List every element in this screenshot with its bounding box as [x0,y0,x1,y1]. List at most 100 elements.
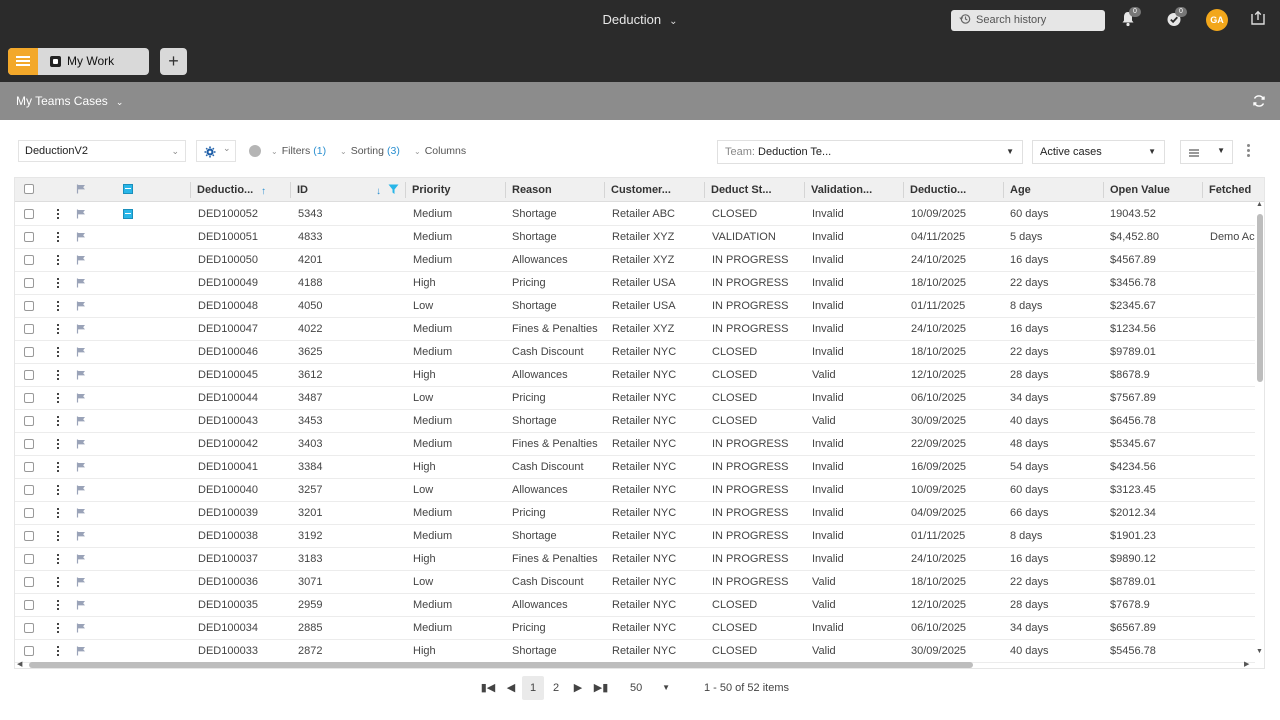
row-checkbox[interactable] [24,393,34,403]
scroll-right-icon[interactable]: ▶ [1244,660,1249,668]
next-page-button[interactable]: ▶ [571,676,585,700]
flag-icon[interactable] [76,347,86,357]
row-actions-icon[interactable] [57,255,60,267]
table-row[interactable]: DED100044 3487 Low Pricing Retailer NYC CLOSE… [15,387,1255,410]
row-checkbox[interactable] [24,324,34,334]
table-row[interactable]: DED100045 3612 High Allowances Retailer NYC C… [15,364,1255,387]
refresh-icon[interactable] [1252,94,1266,108]
density-select[interactable]: ▼ [1180,140,1233,164]
column-header-priority[interactable]: Priority [412,178,502,202]
scrollbar-thumb[interactable] [29,662,973,668]
scrollbar-thumb[interactable] [1257,214,1263,382]
row-actions-icon[interactable] [57,301,60,313]
column-header-deduct-status[interactable]: Deduct St... [711,178,801,202]
notes-icon[interactable] [123,209,133,219]
table-row[interactable]: DED100049 4188 High Pricing Retailer USA IN P… [15,272,1255,295]
horizontal-scrollbar[interactable]: ◀ ▶ [15,660,1255,668]
flag-icon[interactable] [76,232,86,242]
globe-icon[interactable] [249,145,261,157]
avatar[interactable]: GA [1206,9,1228,31]
table-row[interactable]: DED100037 3183 High Fines & Penalties Retail… [15,548,1255,571]
previous-page-button[interactable]: ◀ [504,676,518,700]
row-actions-icon[interactable] [57,209,60,221]
vertical-scrollbar[interactable]: ▲ ▼ [1256,201,1264,656]
flag-icon[interactable] [76,485,86,495]
table-row[interactable]: DED100041 3384 High Cash Discount Retailer N… [15,456,1255,479]
row-actions-icon[interactable] [57,393,60,405]
row-actions-icon[interactable] [57,462,60,474]
row-checkbox[interactable] [24,209,34,219]
team-select[interactable]: Team: Deduction Te... ▼ [717,140,1023,164]
row-actions-icon[interactable] [57,232,60,244]
column-header-validation[interactable]: Validation... [811,178,901,202]
row-actions-icon[interactable] [57,577,60,589]
flag-icon[interactable] [76,554,86,564]
flag-icon[interactable] [76,416,86,426]
flag-icon[interactable] [76,255,86,265]
scroll-left-icon[interactable]: ◀ [17,660,22,668]
sorting-button[interactable]: ⌄ Sorting (3) [340,145,400,157]
table-row[interactable]: DED100050 4201 Medium Allowances Retailer XY… [15,249,1255,272]
flag-icon[interactable] [76,278,86,288]
row-checkbox[interactable] [24,485,34,495]
flag-icon[interactable] [76,600,86,610]
row-actions-icon[interactable] [57,324,60,336]
table-row[interactable]: DED100051 4833 Medium Shortage Retailer XYZ V… [15,226,1255,249]
row-checkbox[interactable] [24,600,34,610]
row-checkbox[interactable] [24,508,34,518]
filter-icon[interactable] [388,184,399,195]
column-header-deduction[interactable]: Deductio... [197,178,257,202]
flag-icon[interactable] [76,439,86,449]
row-checkbox[interactable] [24,347,34,357]
column-header-id[interactable]: ID [297,178,327,202]
notifications-button[interactable]: 0 [1119,7,1141,30]
row-actions-icon[interactable] [57,278,60,290]
row-actions-icon[interactable] [57,600,60,612]
export-button[interactable] [1250,10,1270,30]
flag-icon[interactable] [76,646,86,656]
settings-button[interactable]: ⌄ [196,140,236,162]
column-header-customer[interactable]: Customer... [611,178,701,202]
page-button-1[interactable]: 1 [522,676,544,700]
scroll-up-icon[interactable]: ▲ [1256,201,1263,208]
table-row[interactable]: DED100038 3192 Medium Shortage Retailer NYC I… [15,525,1255,548]
row-actions-icon[interactable] [57,370,60,382]
row-checkbox[interactable] [24,255,34,265]
table-row[interactable]: DED100043 3453 Medium Shortage Retailer NYC C… [15,410,1255,433]
column-header-deduction-date[interactable]: Deductio... [910,178,1000,202]
table-row[interactable]: DED100034 2885 Medium Pricing Retailer NYC CL… [15,617,1255,640]
row-actions-icon[interactable] [57,485,60,497]
row-checkbox[interactable] [24,531,34,541]
row-checkbox[interactable] [24,439,34,449]
row-actions-icon[interactable] [57,623,60,635]
row-checkbox[interactable] [24,577,34,587]
flag-icon[interactable] [76,508,86,518]
first-page-button[interactable]: ▮◀ [480,676,496,700]
table-row[interactable]: DED100035 2959 Medium Allowances Retailer NY… [15,594,1255,617]
table-row[interactable]: DED100036 3071 Low Cash Discount Retailer NY… [15,571,1255,594]
flag-icon[interactable] [76,370,86,380]
row-checkbox[interactable] [24,623,34,633]
column-header-open-value[interactable]: Open Value [1110,178,1200,202]
view-select[interactable]: DeductionV2 ⌄ [18,140,186,162]
table-row[interactable]: DED100046 3625 Medium Cash Discount Retailer… [15,341,1255,364]
column-header-reason[interactable]: Reason [512,178,602,202]
row-actions-icon[interactable] [57,646,60,658]
flag-icon[interactable] [76,393,86,403]
row-checkbox[interactable] [24,232,34,242]
table-row[interactable]: DED100048 4050 Low Shortage Retailer USA IN P… [15,295,1255,318]
row-actions-icon[interactable] [57,508,60,520]
row-checkbox[interactable] [24,554,34,564]
select-all-checkbox[interactable] [24,184,34,194]
search-history-input[interactable]: Search history [951,10,1105,31]
row-checkbox[interactable] [24,416,34,426]
row-checkbox[interactable] [24,646,34,656]
flag-icon[interactable] [76,531,86,541]
last-page-button[interactable]: ▶▮ [593,676,609,700]
tasks-button[interactable]: 0 [1165,7,1187,30]
row-checkbox[interactable] [24,370,34,380]
table-row[interactable]: DED100039 3201 Medium Pricing Retailer NYC IN… [15,502,1255,525]
row-checkbox[interactable] [24,301,34,311]
flag-icon[interactable] [76,209,86,219]
table-row[interactable]: DED100042 3403 Medium Fines & Penalties Reta… [15,433,1255,456]
